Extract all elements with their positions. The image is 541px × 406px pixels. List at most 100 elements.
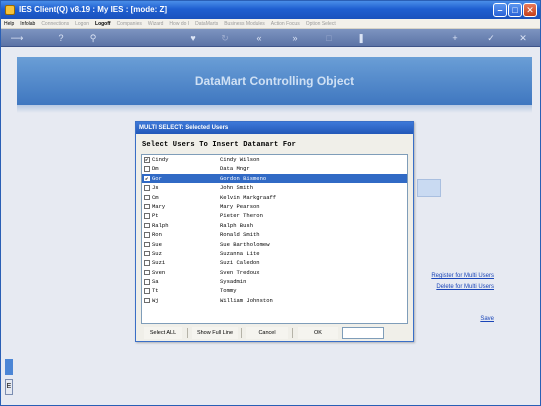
divider [292,328,293,338]
check-icon[interactable]: ✓ [485,32,497,44]
rewind-icon[interactable]: « [253,32,265,44]
delete-multi-users-link[interactable]: Delete for Multi Users [436,284,494,290]
plus-icon[interactable]: + [449,32,461,44]
user-code: Mary [152,202,166,210]
list-item[interactable]: Sa Sysadmin [142,277,407,286]
row-checkbox[interactable] [144,250,150,257]
search-icon[interactable]: ⚲ [87,32,99,44]
multi-select-dialog: MULTI SELECT: Selected Users Select User… [135,121,414,342]
row-checkbox[interactable] [144,166,150,172]
menu-item-help[interactable]: Help [1,19,17,29]
register-multi-users-link[interactable]: Register for Multi Users [431,273,494,279]
user-name: Tommy [220,287,237,295]
dialog-button-bar: Select ALL Show Full Line Cancel OK [142,327,408,340]
list-item[interactable]: ✔ Gor Gordon Bismeno [142,173,407,184]
list-item[interactable]: Suz Suzanna Lite [142,249,407,258]
menu-item-wizard: Wizard [147,21,164,27]
save-link[interactable]: Save [480,316,494,322]
user-code: Gor [152,174,162,182]
refresh-icon[interactable]: ↻ [219,32,231,44]
close-window-icon[interactable]: ✕ [523,3,537,17]
user-name: Suzi Caledon [220,259,260,267]
row-checkbox[interactable] [144,279,150,285]
row-checkbox[interactable] [144,241,150,248]
menu-item-infolab[interactable]: Infolab [17,19,38,29]
user-code: Cm [152,193,159,201]
row-checkbox[interactable] [144,203,150,210]
cancel-button[interactable]: Cancel [246,327,288,339]
menu-bar: Help Infolab Connections Logon Logoff Compani… [1,19,540,29]
user-name: John Smith [220,184,254,192]
row-checkbox[interactable]: ✔ [144,157,150,163]
window-title: IES Client(Q) v8.19 : My IES : [mode: Z] [19,5,168,14]
fast-forward-icon[interactable]: » [289,32,301,44]
row-checkbox[interactable] [144,232,150,238]
menu-item-logoff[interactable]: Logoff [92,19,114,29]
banner-shadow [17,105,532,113]
row-checkbox[interactable] [144,288,150,294]
menu-item-business-modules: Business Modules [224,21,265,27]
user-name: Sysadmin [220,278,247,286]
list-item[interactable]: Wj William Johnston [142,296,407,305]
left-strip-top-icon[interactable] [5,359,13,375]
user-code: Sue [152,240,162,248]
help-icon[interactable]: ? [55,32,67,44]
ok-button[interactable]: OK [298,327,338,339]
list-item[interactable]: Sven Sven Tredoux [142,268,407,277]
maximize-icon[interactable]: □ [508,3,522,17]
user-code: Cindy [152,156,169,163]
list-item[interactable]: ✔ Cindy Cindy Wilson [142,155,407,164]
user-code: Suzi [152,259,166,267]
minimize-icon[interactable]: – [493,3,507,17]
left-strip: E [5,359,13,399]
user-name: Gordon Bismeno [220,174,267,182]
user-name: Data Mngr [220,165,250,173]
row-checkbox[interactable] [144,260,150,266]
list-item[interactable]: Ralph Ralph Bush [142,221,407,230]
user-code: Suz [152,249,162,257]
list-item[interactable]: Cm Kelvin Markgraaff [142,193,407,202]
stop-icon[interactable]: □ [323,32,335,44]
row-checkbox[interactable] [144,213,150,219]
list-item[interactable]: Mary Mary Pearson [142,202,407,211]
app-window: IES Client(Q) v8.19 : My IES : [mode: Z]… [0,0,541,406]
dialog-title: MULTI SELECT: Selected Users [136,122,413,134]
user-name: Kelvin Markgraaff [220,193,277,201]
user-name: William Johnston [220,296,273,304]
user-code: Sven [152,268,166,276]
row-checkbox[interactable] [144,185,150,191]
user-name: Sue Bartholomew [220,240,270,248]
heart-icon[interactable]: ♥ [187,32,199,44]
divider [187,328,188,338]
user-list[interactable]: ✔ Cindy Cindy Wilson Dm Data Mngr ✔ Gor Gordon … [141,154,408,324]
user-name: Sven Tredoux [220,268,260,276]
list-item[interactable]: Sue Sue Bartholomew [142,240,407,249]
value-input[interactable] [342,327,384,339]
list-item[interactable]: Suzi Suzi Caledon [142,258,407,267]
list-item[interactable]: Ron Ronald Smith [142,230,407,239]
menu-item-option-select: Option Select [305,21,336,27]
list-item[interactable]: Js John Smith [142,183,407,192]
close-icon[interactable]: ✕ [517,32,529,44]
menu-item-logon: Logon [75,21,90,27]
user-code: Pt [152,212,159,220]
dialog-prompt: Select Users To Insert Datamart For [142,141,297,149]
user-code: Wj [152,296,159,304]
list-item[interactable]: Pt Pieter Theron [142,211,407,220]
list-item[interactable]: Dm Data Mngr [142,164,407,173]
mini-panel-icon[interactable] [417,179,441,197]
row-checkbox[interactable] [144,194,150,201]
title-bar[interactable]: IES Client(Q) v8.19 : My IES : [mode: Z]… [1,1,540,19]
user-code: Tt [152,287,159,295]
pause-icon[interactable]: ❚ [355,32,367,44]
list-item[interactable]: Tt Tommy [142,286,407,295]
row-checkbox[interactable] [144,222,150,229]
select-all-button[interactable]: Select ALL [144,327,182,339]
row-checkbox[interactable] [144,269,150,276]
row-checkbox[interactable]: ✔ [144,175,150,182]
show-full-line-button[interactable]: Show Full Line [192,327,238,339]
user-name: Ralph Bush [220,221,254,229]
left-strip-e-button[interactable]: E [5,379,13,395]
row-checkbox[interactable] [144,297,150,304]
back-arrow-icon[interactable]: ⟶ [7,32,27,44]
